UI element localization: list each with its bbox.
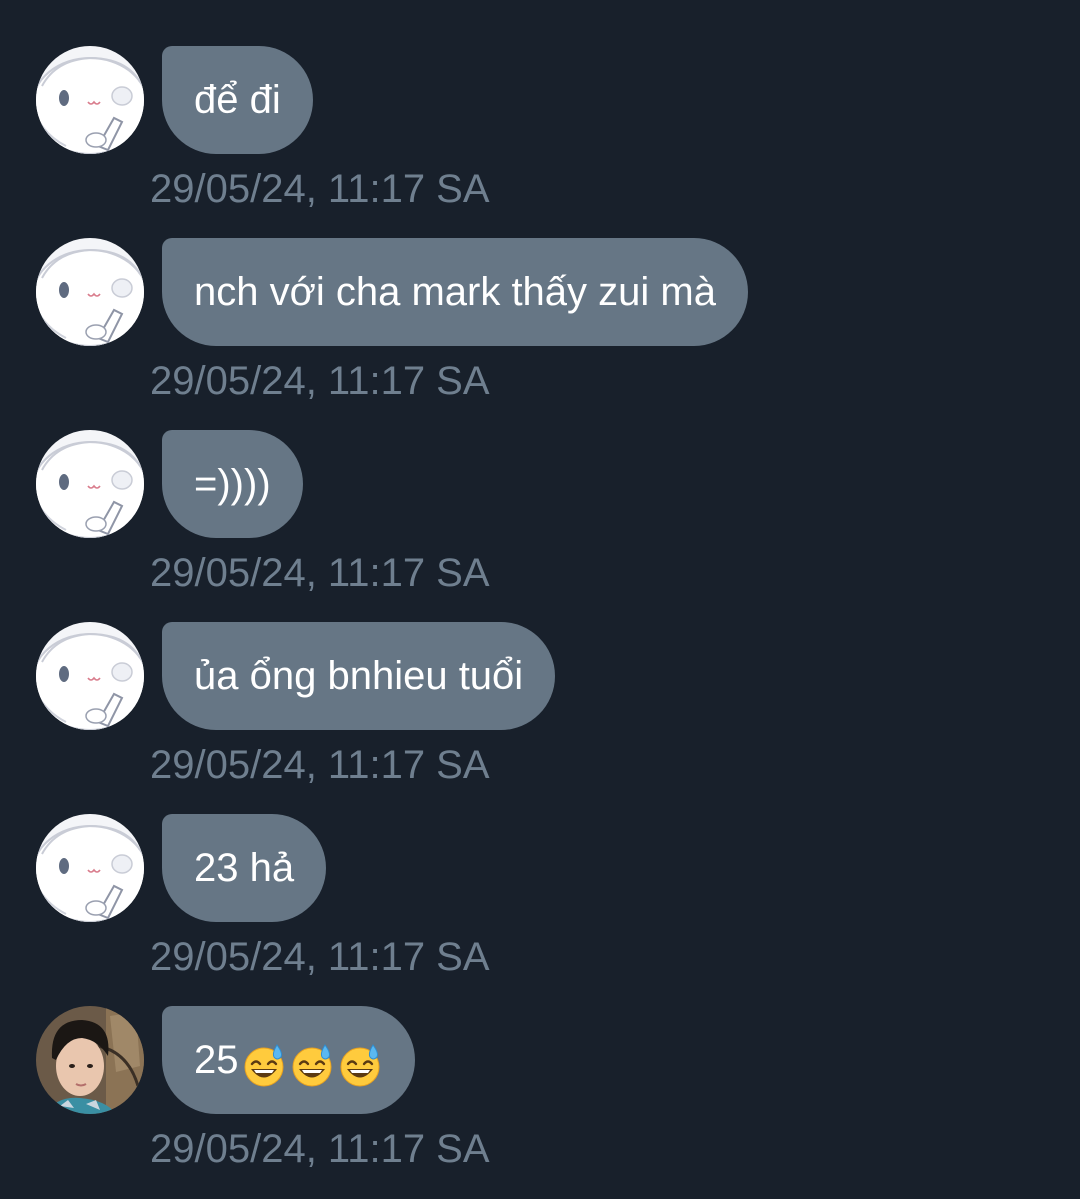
- message-row: ủa ổng bnhieu tuổi 29/05/24, 11:17 SA: [0, 622, 1080, 814]
- message-row: nch với cha mark thấy zui mà 29/05/24, 1…: [0, 238, 1080, 430]
- message-text: 23 hả: [194, 846, 295, 890]
- message-timestamp: 29/05/24, 11:17 SA: [150, 551, 490, 595]
- message-timestamp: 29/05/24, 11:17 SA: [150, 743, 490, 787]
- message-bubble[interactable]: =)))): [162, 430, 303, 538]
- message-text: nch với cha mark thấy zui mà: [194, 270, 716, 314]
- message-bubble[interactable]: 25: [162, 1006, 415, 1114]
- message-bubble[interactable]: nch với cha mark thấy zui mà: [162, 238, 748, 346]
- grinning-sweat-emoji-icon: [289, 1042, 335, 1088]
- cartoon-avatar-icon[interactable]: [36, 622, 144, 730]
- emoji-group: [239, 1008, 383, 1116]
- message-row: 23 hả 29/05/24, 11:17 SA: [0, 814, 1080, 1006]
- message-timestamp: 29/05/24, 11:17 SA: [150, 359, 490, 403]
- message-bubble[interactable]: để đi: [162, 46, 313, 154]
- cartoon-avatar-icon[interactable]: [36, 238, 144, 346]
- message-timestamp: 29/05/24, 11:17 SA: [150, 935, 490, 979]
- grinning-sweat-emoji-icon: [337, 1042, 383, 1088]
- message-row: =)))) 29/05/24, 11:17 SA: [0, 430, 1080, 622]
- message-row: 25 29/05/24, 11:17 SA: [0, 1006, 1080, 1198]
- message-row: để đi 29/05/24, 11:17 SA: [0, 46, 1080, 238]
- cartoon-avatar-icon[interactable]: [36, 430, 144, 538]
- message-bubble[interactable]: 23 hả: [162, 814, 327, 922]
- person-photo-avatar[interactable]: [36, 1006, 144, 1114]
- chat-screen: để đi 29/05/24, 11:17 SA nch với cha mar…: [0, 0, 1080, 1199]
- message-timestamp: 29/05/24, 11:17 SA: [150, 167, 490, 211]
- message-bubble[interactable]: ủa ổng bnhieu tuổi: [162, 622, 556, 730]
- message-text: để đi: [194, 78, 281, 122]
- message-text: =)))): [194, 462, 271, 506]
- cartoon-avatar-icon[interactable]: [36, 814, 144, 922]
- message-timestamp: 29/05/24, 11:17 SA: [150, 1127, 490, 1171]
- message-text: 25: [194, 1038, 239, 1082]
- message-text: ủa ổng bnhieu tuổi: [194, 654, 524, 698]
- grinning-sweat-emoji-icon: [241, 1042, 287, 1088]
- cartoon-avatar-icon[interactable]: [36, 46, 144, 154]
